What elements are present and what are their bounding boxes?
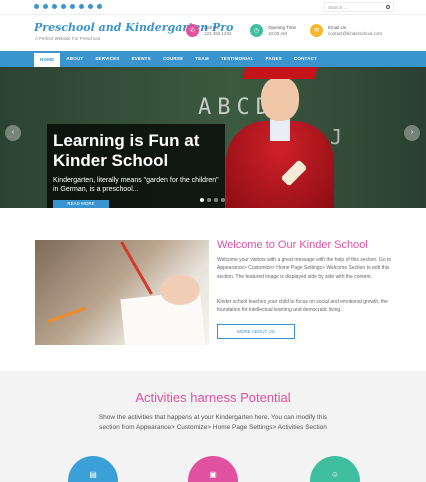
graduate-boy-image <box>226 67 336 208</box>
welcome-image <box>35 240 209 345</box>
book-icon: ▤ <box>68 456 118 482</box>
pinterest-icon[interactable] <box>70 4 75 9</box>
read-more-button[interactable]: READ MORE <box>53 200 109 208</box>
activities-title: Activities harness Potential <box>135 390 291 405</box>
instagram-icon[interactable] <box>61 4 66 9</box>
nav-testimonial[interactable]: TESTIMONIAL <box>215 51 260 67</box>
clock-icon: ◷ <box>250 24 263 37</box>
hero-title: Learning is Fun at Kinder School <box>53 131 200 170</box>
contact-hours-value: 10:00 AM <box>268 30 288 36</box>
welcome-text: Welcome your visitors with a great messa… <box>217 257 392 280</box>
main-nav: HOME ABOUT SERVICES EVENTS COURSE TEAM T… <box>0 51 426 67</box>
more-about-us-button[interactable]: MORE ABOUT US <box>217 324 295 339</box>
top-bar: Search ... <box>0 0 426 15</box>
activities-text: Show the activities that happens at your… <box>98 414 328 431</box>
contact-email: ✉ Email Us contact@kinderschool.com <box>310 24 382 37</box>
twitter-icon[interactable] <box>43 4 48 9</box>
contact-call: ✆ Call Us 123 456 1234 <box>186 24 232 37</box>
slider-dot-4[interactable] <box>221 198 225 202</box>
skype-icon[interactable] <box>97 4 102 9</box>
hero-caption: Learning is Fun at Kinder School Kinderg… <box>47 124 225 208</box>
site-header: Preschool and Kindergarten Pro A Perfect… <box>0 15 426 51</box>
snapchat-icon[interactable] <box>88 4 93 9</box>
search-icon[interactable] <box>386 4 390 9</box>
phone-icon: ✆ <box>186 24 199 37</box>
nav-about[interactable]: ABOUT <box>60 51 89 67</box>
facebook-icon[interactable] <box>34 4 39 9</box>
slider-next-icon[interactable]: › <box>404 125 420 141</box>
contact-email-value[interactable]: contact@kinderschool.com <box>328 31 382 36</box>
activities-section: Activities harness Potential Show the ac… <box>0 371 426 482</box>
nav-events[interactable]: EVENTS <box>126 51 157 67</box>
search-input[interactable]: Search ... <box>324 2 394 12</box>
mail-icon: ✉ <box>310 24 323 37</box>
welcome-text-secondary: Kinder school teaches your child to focu… <box>217 299 388 314</box>
slider-dot-1[interactable] <box>200 198 204 202</box>
nav-course[interactable]: COURSE <box>157 51 189 67</box>
slider-dot-2[interactable] <box>207 198 211 202</box>
social-links <box>34 4 102 9</box>
nav-services[interactable]: SERVICES <box>89 51 125 67</box>
person-icon: ☺ <box>310 456 360 482</box>
hero-slider: ABCDE J Learning is Fun at Kinder School… <box>0 67 426 208</box>
linkedin-icon[interactable] <box>79 4 84 9</box>
nav-home[interactable]: HOME <box>34 51 61 67</box>
slider-prev-icon[interactable]: ‹ <box>5 125 21 141</box>
hero-text: Kindergarten, literally means "garden fo… <box>53 177 219 193</box>
nav-pages[interactable]: PAGES <box>260 51 288 67</box>
search-placeholder: Search ... <box>328 5 348 10</box>
youtube-icon[interactable] <box>52 4 57 9</box>
slider-dot-3[interactable] <box>214 198 218 202</box>
site-tagline: A Perfect Website For Preschool <box>35 36 100 41</box>
slider-dots <box>200 198 225 202</box>
nav-contact[interactable]: CONTACT <box>288 51 323 67</box>
nav-team[interactable]: TEAM <box>189 51 215 67</box>
easel-icon: ▣ <box>188 456 238 482</box>
contact-call-value: 123 456 1234 <box>204 30 232 36</box>
contact-hours: ◷ Opening Time 10:00 AM <box>250 24 296 37</box>
welcome-title: Welcome to Our Kinder School <box>217 239 368 251</box>
